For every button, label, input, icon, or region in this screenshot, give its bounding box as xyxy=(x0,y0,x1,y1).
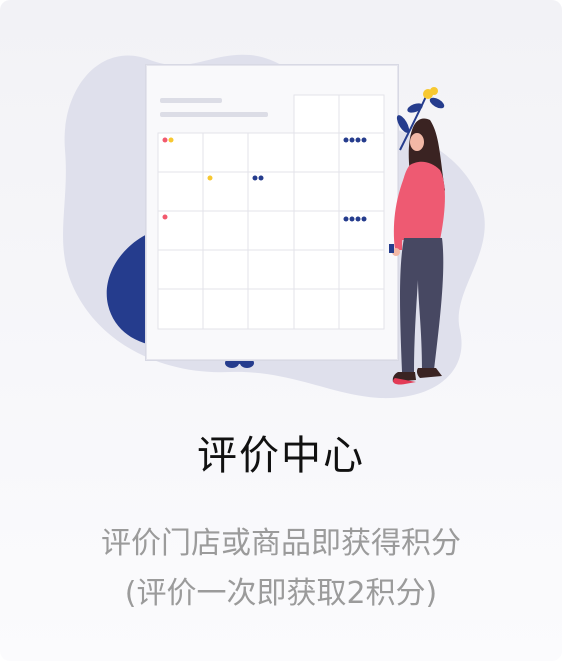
description-line-1: 评价门店或商品即获得积分 xyxy=(101,526,461,561)
review-center-card[interactable]: 评价中心 评价门店或商品即获得积分 (评价一次即获取2积分) xyxy=(0,0,562,661)
review-illustration xyxy=(63,54,485,399)
page-title: 评价中心 xyxy=(197,433,365,479)
description-line-2: (评价一次即获取2积分) xyxy=(124,576,438,611)
calendar-board xyxy=(145,64,399,361)
